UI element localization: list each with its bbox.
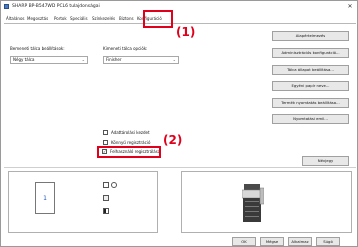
output-tray-value: Finisher	[106, 57, 122, 62]
output-tray-select[interactable]: Finisher ⌄	[103, 56, 179, 64]
tab-advanced[interactable]: Speciális	[70, 15, 88, 23]
tab-configuration[interactable]: Konfiguráció	[137, 15, 162, 23]
output-tray-label: Kimeneti tálca opciók:	[103, 46, 148, 51]
custom-paper-button[interactable]: Egyéni papír neve...	[272, 81, 349, 91]
easy-registration-label: Könnyű regisztráció	[111, 140, 151, 145]
defaults-button[interactable]: Alapértelmezés	[272, 31, 349, 41]
staple-icon	[103, 195, 109, 201]
page-thumbnail: 1	[35, 182, 55, 214]
page-number: 1	[43, 195, 47, 202]
help-button[interactable]: Súgó	[316, 237, 340, 246]
tab-color-management[interactable]: Színkezelés	[92, 15, 115, 23]
printer-properties-window: SHARP BP-B547WD PCL6 tulajdonságai ✕ Ált…	[0, 0, 358, 247]
about-button[interactable]: Névjegy	[302, 156, 349, 166]
tray-status-button[interactable]: Tálca állapot beállítása...	[272, 65, 349, 75]
printer-icon	[4, 4, 9, 9]
close-icon[interactable]: ✕	[345, 2, 355, 11]
input-tray-label: Bemeneti tálca beállítások:	[10, 46, 65, 51]
cancel-button[interactable]: Mégse	[260, 237, 284, 246]
input-tray-select[interactable]: Négy tálca ⌄	[10, 56, 88, 64]
tab-security[interactable]: Biztons	[119, 15, 134, 23]
data-storage-checkbox[interactable]	[103, 130, 108, 135]
admin-config-button[interactable]: Adminisztrációs konfiguráció...	[272, 48, 349, 58]
tab-general[interactable]: Általános	[6, 15, 25, 23]
divider	[4, 167, 356, 168]
ok-button[interactable]: OK	[232, 237, 256, 246]
user-registration-label: Felhasználó regisztrálása	[110, 149, 161, 154]
callout-2: (2)	[163, 133, 183, 147]
chevron-down-icon: ⌄	[172, 57, 176, 62]
printer-preview-panel	[181, 171, 352, 233]
tab-strip: Általános Megosztás Portok Speciális Szí…	[4, 14, 356, 24]
copies-icon	[103, 182, 109, 188]
apply-button[interactable]: Alkalmaz	[288, 237, 312, 246]
color-mode-icon	[103, 208, 109, 214]
print-email-button[interactable]: Nyomtatási emil...	[272, 114, 349, 124]
tab-sharing[interactable]: Megosztás	[27, 15, 48, 23]
easy-registration-checkbox[interactable]	[103, 140, 108, 145]
input-tray-value: Négy tálca	[13, 57, 35, 62]
window-title: SHARP BP-B547WD PCL6 tulajdonságai	[12, 4, 100, 9]
title-bar: SHARP BP-B547WD PCL6 tulajdonságai ✕	[1, 1, 357, 13]
checkmark-icon: ✓	[103, 149, 107, 154]
printer-image	[242, 184, 264, 222]
callout-1: (1)	[176, 25, 196, 39]
data-storage-label: Adattárolási kezdet	[111, 130, 150, 135]
user-icon	[111, 182, 117, 188]
tab-ports[interactable]: Portok	[54, 15, 67, 23]
user-registration-checkbox[interactable]: ✓	[102, 149, 107, 154]
print-settings-button[interactable]: Termék nyomtatás beállítása...	[272, 98, 349, 108]
chevron-down-icon: ⌄	[81, 57, 85, 62]
page-preview-panel: 1	[8, 171, 158, 233]
